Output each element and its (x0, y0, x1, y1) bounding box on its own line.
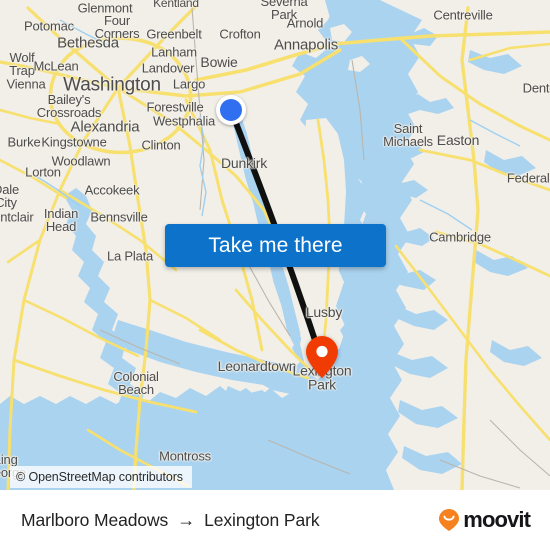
origin-dot-icon (220, 99, 242, 121)
route-summary: Marlboro Meadows → Lexington Park (21, 509, 320, 531)
destination-marker[interactable] (305, 335, 339, 379)
trip-preview-screen: Glenmont Kentland Severna Park Potomac Four … (0, 0, 550, 550)
moovit-pin-icon (439, 509, 460, 531)
cta-label: Take me there (208, 233, 343, 257)
arrow-right-icon: → (177, 510, 196, 530)
map-attribution[interactable]: © OpenStreetMap contributors (10, 466, 192, 488)
moovit-wordmark: moovit (463, 507, 531, 532)
origin-marker[interactable] (216, 95, 246, 125)
footer-bar: Marlboro Meadows → Lexington Park moovit (0, 490, 550, 550)
moovit-logo[interactable]: moovit (438, 507, 531, 533)
map-pin-icon (306, 336, 338, 378)
attribution-text: © OpenStreetMap contributors (16, 470, 183, 484)
route-destination-label: Lexington Park (204, 509, 320, 530)
route-origin-label: Marlboro Meadows (21, 509, 169, 530)
take-me-there-button[interactable]: Take me there (165, 224, 386, 267)
